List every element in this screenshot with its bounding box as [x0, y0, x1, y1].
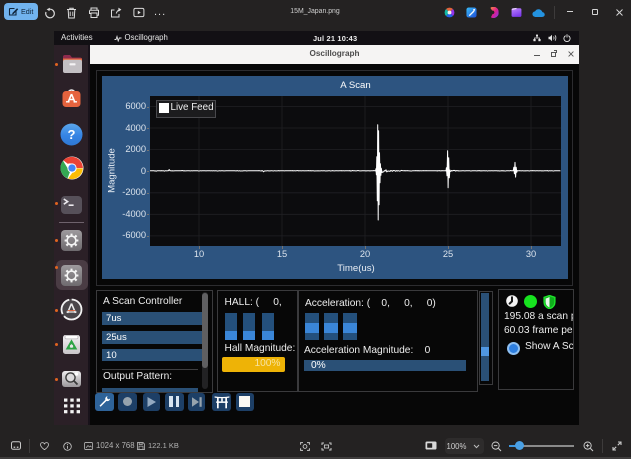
svg-text:?: ? [68, 127, 76, 142]
